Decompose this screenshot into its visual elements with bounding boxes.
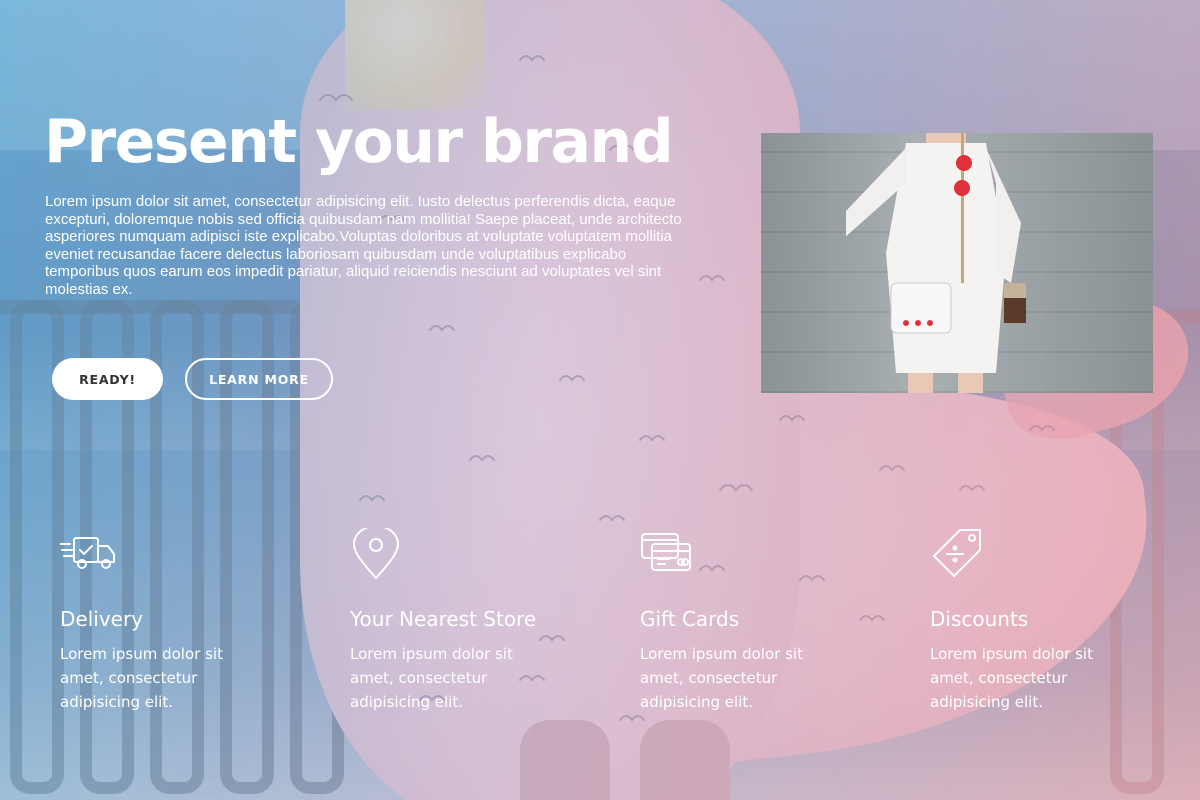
feature-text: Lorem ipsum dolor sit amet, consectetur … (640, 645, 803, 711)
hero-description: Lorem ipsum dolor sit amet, consectetur … (45, 193, 682, 298)
price-tag-icon (933, 529, 981, 577)
feature-discounts: Discounts Lorem ipsum dolor sit amet, co… (930, 528, 1190, 714)
feature-title: Your Nearest Store (350, 607, 537, 631)
feature-text: Lorem ipsum dolor sit amet, consectetur … (350, 645, 513, 711)
feature-gift-cards: Gift Cards Lorem ipsum dolor sit amet, c… (640, 528, 900, 714)
feature-text: Lorem ipsum dolor sit amet, consectetur … (930, 645, 1093, 711)
ready-button[interactable]: READY! (52, 358, 163, 400)
feature-title: Discounts (930, 607, 1029, 631)
model-figure (846, 133, 1026, 393)
hero-title: Present your brand (44, 107, 674, 177)
learn-more-button[interactable]: LEARN MORE (185, 358, 333, 400)
feature-delivery: Delivery Lorem ipsum dolor sit amet, con… (60, 528, 320, 714)
feature-title: Delivery (60, 607, 144, 631)
map-pin-icon (352, 528, 400, 580)
feature-nearest-store: Your Nearest Store Lorem ipsum dolor sit… (350, 528, 610, 714)
product-photo (761, 133, 1153, 393)
feature-title: Gift Cards (640, 607, 740, 631)
delivery-truck-icon (60, 537, 115, 569)
feature-text: Lorem ipsum dolor sit amet, consectetur … (60, 645, 223, 711)
gift-cards-icon (641, 533, 691, 571)
